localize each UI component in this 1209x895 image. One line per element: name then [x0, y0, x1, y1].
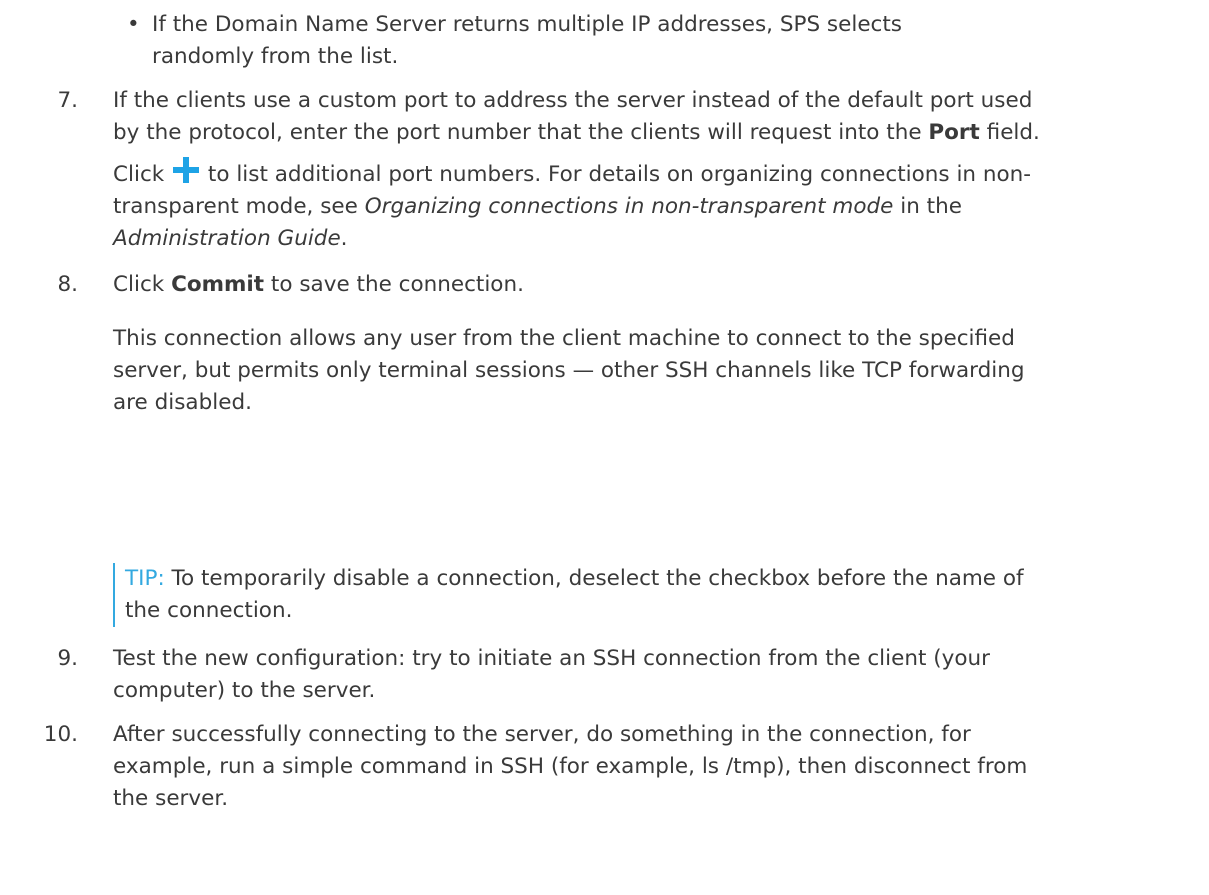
step-10-line: example, run a simple command in SSH (fo…: [113, 754, 1028, 779]
step-number: 8.: [57, 272, 78, 297]
step-7-line: Click to list additional port numbers. F…: [113, 157, 1203, 191]
bullet-symbol: •: [127, 12, 140, 37]
step-number: 9.: [57, 646, 78, 671]
port-field-label: Port: [928, 120, 980, 145]
step-10: 10. After successfully connecting to the…: [0, 719, 1209, 815]
paragraph-line: server, but permits only terminal sessio…: [113, 358, 1025, 383]
step-7-line: Administration Guide.: [113, 226, 348, 251]
step-number: 7.: [57, 88, 78, 113]
document-page: • If the Domain Name Server returns mult…: [0, 0, 1209, 895]
step-7: 7. If the clients use a custom port to a…: [0, 85, 1209, 257]
step-10-line: the server.: [113, 786, 229, 811]
tip-line: TIP: To temporarily disable a connection…: [125, 563, 1205, 595]
plus-icon: [173, 157, 200, 183]
step-8-line: Click Commit to save the connection.: [113, 272, 524, 297]
step-9-line: Test the new configuration: try to initi…: [113, 646, 990, 671]
step-7-line: If the clients use a custom port to addr…: [113, 88, 1033, 113]
paragraph-line: are disabled.: [113, 390, 252, 415]
paragraph-line: This connection allows any user from the…: [113, 326, 1015, 351]
tip-label: TIP:: [125, 566, 165, 591]
step-10-line: After successfully connecting to the ser…: [113, 722, 971, 747]
step-number: 10.: [43, 722, 78, 747]
step-7-line: by the protocol, enter the port number t…: [113, 120, 1040, 145]
step-8-paragraph: This connection allows any user from the…: [113, 323, 1203, 419]
bullet-item: • If the Domain Name Server returns mult…: [0, 9, 1209, 73]
step-9: 9. Test the new configuration: try to in…: [0, 643, 1209, 707]
step-9-line: computer) to the server.: [113, 678, 376, 703]
bullet-text-line: If the Domain Name Server returns multip…: [152, 12, 903, 37]
tip-line: the connection.: [125, 598, 293, 623]
bullet-text-line: randomly from the list.: [152, 44, 399, 69]
step-7-line: transparent mode, see Organizing connect…: [113, 194, 962, 219]
commit-label: Commit: [171, 272, 265, 297]
guide-section-reference: Organizing connections in non-transparen…: [364, 194, 894, 219]
step-8: 8. Click Commit to save the connection. …: [0, 269, 1209, 419]
guide-title-reference: Administration Guide: [113, 226, 341, 251]
tip-text: To temporarily disable a connection, des…: [164, 566, 1024, 591]
tip-callout: TIP: To temporarily disable a connection…: [113, 563, 1205, 627]
